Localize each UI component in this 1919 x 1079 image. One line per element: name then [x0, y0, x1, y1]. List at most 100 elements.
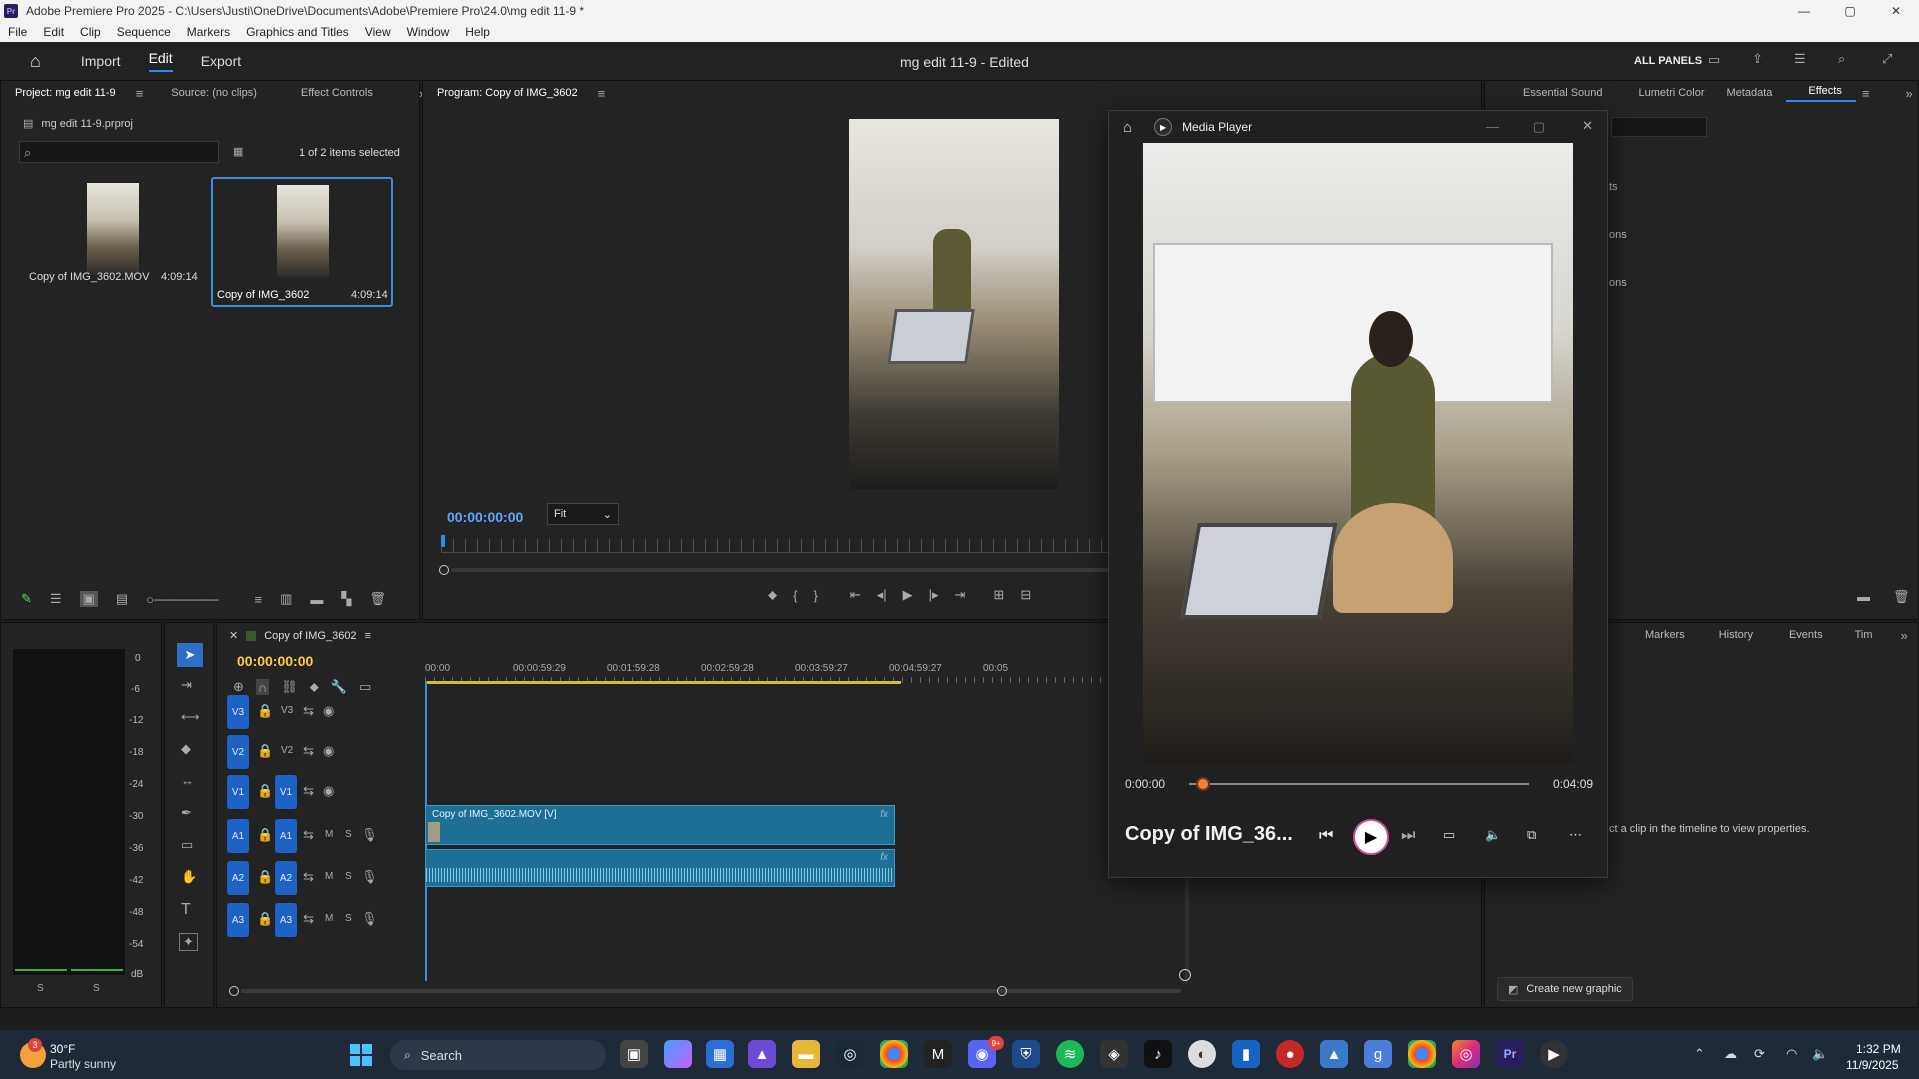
- sync-lock-icon[interactable]: ⇆: [303, 869, 314, 885]
- horizontal-scrollbar[interactable]: [229, 985, 1195, 997]
- tab-import[interactable]: Import: [81, 53, 121, 69]
- create-graphic-button[interactable]: ◩ Create new graphic: [1497, 977, 1633, 1001]
- store-icon[interactable]: ▦: [706, 1040, 734, 1068]
- close-icon[interactable]: ✕: [1582, 118, 1593, 134]
- source-patch-v2[interactable]: V2: [227, 735, 249, 769]
- tab-timecode[interactable]: Tim: [1837, 629, 1887, 641]
- mute-button[interactable]: M: [325, 871, 333, 882]
- zoom-slider[interactable]: ○───────: [146, 592, 218, 607]
- tab-effects[interactable]: Effects: [1786, 85, 1856, 102]
- solo-button[interactable]: S: [345, 829, 352, 840]
- taskbar-search[interactable]: ⌕ Search: [390, 1040, 606, 1070]
- track-target-a2[interactable]: A2: [275, 861, 297, 895]
- panel-menu-icon[interactable]: ≡: [122, 86, 158, 101]
- timeline-tab[interactable]: ✕ Copy of IMG_3602 ≡: [229, 629, 371, 643]
- freeform-view-icon[interactable]: ▤: [116, 591, 128, 607]
- media-seek-bar[interactable]: [1189, 777, 1529, 791]
- source-patch-a2[interactable]: A2: [227, 861, 249, 895]
- rectangle-icon[interactable]: ▭: [181, 837, 193, 853]
- chevron-up-icon[interactable]: ⌃: [1694, 1046, 1705, 1062]
- source-patch-v1[interactable]: V1: [227, 775, 249, 809]
- panel-menu-icon[interactable]: ≡: [1848, 86, 1884, 101]
- clock-time[interactable]: 1:32 PM: [1856, 1042, 1901, 1056]
- next-icon[interactable]: ⏭: [1401, 827, 1415, 845]
- go-to-in-icon[interactable]: ⇤: [850, 587, 861, 603]
- source-patch-a3[interactable]: A3: [227, 903, 249, 937]
- pen-icon[interactable]: ✒: [181, 805, 192, 821]
- panel-menu-icon[interactable]: ≡: [365, 630, 371, 642]
- media-player-taskbar-icon[interactable]: ▶: [1540, 1040, 1568, 1068]
- microphone-icon[interactable]: 🎙: [361, 869, 378, 885]
- hand-icon[interactable]: ✋: [181, 869, 197, 885]
- generative-icon[interactable]: ✦: [179, 933, 198, 951]
- volume-icon[interactable]: 🔈: [1485, 827, 1501, 843]
- lock-icon[interactable]: 🔒: [257, 743, 273, 759]
- extract-icon[interactable]: ⊟: [1020, 587, 1031, 603]
- menu-view[interactable]: View: [357, 25, 399, 39]
- lift-icon[interactable]: ⊞: [993, 587, 1004, 603]
- project-item-selected[interactable]: Copy of IMG_3602 4:09:14: [211, 177, 393, 307]
- play-pause-button[interactable]: ▶: [1353, 819, 1389, 855]
- microphone-icon[interactable]: 🎙: [361, 827, 378, 843]
- sync-lock-icon[interactable]: ⇆: [303, 827, 314, 843]
- file-explorer-icon[interactable]: ▬: [792, 1040, 820, 1068]
- app-icon[interactable]: ▲: [1320, 1040, 1348, 1068]
- sort-icon[interactable]: ≡: [254, 592, 262, 607]
- tab-history[interactable]: History: [1699, 629, 1767, 641]
- miniplayer-icon[interactable]: ⧉: [1527, 827, 1536, 843]
- clock-date[interactable]: 11/9/2025: [1846, 1058, 1899, 1072]
- fullscreen-icon[interactable]: ⤢: [1882, 51, 1892, 67]
- panel-menu-icon[interactable]: ≡: [584, 86, 620, 101]
- app-icon[interactable]: ◈: [1100, 1040, 1128, 1068]
- project-search-input[interactable]: ⌕: [19, 141, 219, 163]
- shield-icon[interactable]: ⛨: [1012, 1040, 1040, 1068]
- program-playhead[interactable]: [441, 535, 445, 547]
- automate-icon[interactable]: ▥: [280, 591, 292, 607]
- tab-essential-sound[interactable]: Essential Sound: [1485, 87, 1617, 99]
- source-patch-a1[interactable]: A1: [227, 819, 249, 853]
- app-icon[interactable]: g: [1364, 1040, 1392, 1068]
- tab-export[interactable]: Export: [201, 53, 241, 69]
- type-icon[interactable]: T: [181, 901, 191, 919]
- app-icon[interactable]: ▲: [748, 1040, 776, 1068]
- start-icon[interactable]: [350, 1044, 372, 1066]
- lock-icon[interactable]: 🔒: [257, 869, 273, 885]
- add-marker-icon[interactable]: ⬥: [768, 587, 777, 603]
- maximize-icon[interactable]: ▢: [1533, 119, 1545, 135]
- selection-tool-icon[interactable]: ➤: [177, 643, 203, 667]
- menu-graphics[interactable]: Graphics and Titles: [238, 25, 357, 39]
- menu-file[interactable]: File: [0, 25, 35, 39]
- app-icon[interactable]: ▮: [1232, 1040, 1260, 1068]
- sync-lock-icon[interactable]: ⇆: [303, 743, 314, 759]
- menu-sequence[interactable]: Sequence: [109, 25, 179, 39]
- captions-icon[interactable]: ▭: [1443, 827, 1455, 843]
- step-back-icon[interactable]: ◂|: [877, 587, 887, 603]
- new-bin-icon[interactable]: ▦: [233, 145, 243, 158]
- tab-events[interactable]: Events: [1767, 629, 1837, 641]
- track-select-icon[interactable]: ⇥: [181, 677, 192, 693]
- tab-project[interactable]: Project: mg edit 11-9: [1, 87, 130, 99]
- close-icon[interactable]: ✕: [1873, 0, 1919, 22]
- lock-icon[interactable]: 🔒: [257, 827, 273, 843]
- wifi-icon[interactable]: ◠: [1786, 1046, 1797, 1062]
- track-target-v1[interactable]: V1: [275, 775, 297, 809]
- list-view-icon[interactable]: ☰: [50, 591, 62, 607]
- play-icon[interactable]: ▶: [903, 587, 913, 603]
- lock-icon[interactable]: 🔒: [257, 703, 273, 719]
- app-icon[interactable]: ◐: [1188, 1040, 1216, 1068]
- app-icon[interactable]: M: [924, 1040, 952, 1068]
- vertical-scroll-handle[interactable]: [1179, 969, 1191, 981]
- tab-lumetri-color[interactable]: Lumetri Color: [1617, 87, 1719, 99]
- previous-icon[interactable]: ⏮: [1319, 827, 1333, 845]
- project-item[interactable]: Copy of IMG_3602.MOV 4:09:14: [21, 177, 205, 283]
- track-target-a1[interactable]: A1: [275, 819, 297, 853]
- minimize-icon[interactable]: —: [1486, 119, 1499, 134]
- app-icon[interactable]: ●: [1276, 1040, 1304, 1068]
- volume-icon[interactable]: 🔈: [1812, 1046, 1828, 1062]
- copilot-icon[interactable]: [664, 1040, 692, 1068]
- eye-icon[interactable]: ◉: [323, 743, 334, 759]
- source-patch-v3[interactable]: V3: [227, 695, 249, 729]
- premiere-taskbar-icon[interactable]: Pr: [1496, 1040, 1524, 1068]
- share-icon[interactable]: ⇪: [1752, 51, 1763, 67]
- mute-button[interactable]: M: [325, 913, 333, 924]
